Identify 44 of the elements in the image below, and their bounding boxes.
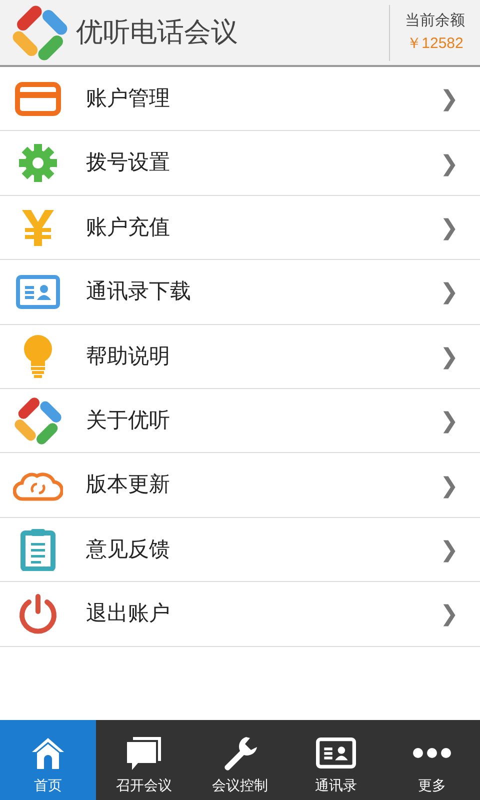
menu-label: 拨号设置 [86, 150, 171, 176]
chevron-icon: ❯ [440, 340, 458, 373]
menu-label: 意见反馈 [86, 536, 171, 563]
menu-item[interactable]: 版本更新 ❯ [0, 453, 480, 518]
chevron-icon: ❯ [440, 82, 458, 116]
menu-item[interactable]: 意见反馈 ❯ [0, 518, 480, 582]
logo-icon [14, 396, 62, 445]
chevron-icon: ❯ [440, 210, 458, 244]
menu-item[interactable]: 退出账户 ❯ [0, 582, 480, 647]
clipboard-icon [20, 527, 56, 572]
menu-label: 账户管理 [86, 86, 171, 112]
chevron-icon: ❯ [440, 146, 458, 180]
lightbulb-icon [22, 334, 54, 378]
menu-label: 版本更新 [86, 472, 171, 498]
contact-card-icon [316, 737, 356, 769]
more-icon [412, 747, 452, 759]
menu-label: 帮助说明 [86, 344, 171, 370]
menu-item[interactable]: 帮助说明 ❯ [0, 324, 480, 389]
home-icon [30, 736, 66, 770]
gear-icon [18, 143, 58, 184]
contact-card-icon [16, 274, 60, 309]
balance-amount: ￥12582 [406, 34, 464, 54]
chevron-icon: ❯ [440, 404, 458, 438]
menu-item[interactable]: 账户管理 ❯ [0, 67, 480, 132]
menu-item[interactable]: 通讯录下载 ❯ [0, 260, 480, 325]
menu-item[interactable]: 账户充值 ❯ [0, 196, 480, 260]
chevron-icon: ❯ [440, 532, 458, 566]
yen-icon [20, 208, 56, 246]
wrench-icon [222, 735, 258, 771]
nav-tab[interactable]: 首页 [0, 720, 96, 800]
app-title: 优听电话会议 [76, 16, 239, 50]
balance-label: 当前余额 [405, 11, 465, 31]
chevron-icon: ❯ [440, 597, 458, 630]
chevron-icon: ❯ [440, 275, 458, 308]
menu-label: 通讯录下载 [86, 279, 192, 306]
menu-label: 退出账户 [86, 601, 171, 628]
menu-label: 账户充值 [86, 214, 171, 241]
card-icon [15, 82, 61, 116]
logo-icon [12, 4, 68, 60]
menu-item[interactable]: 拨号设置 ❯ [0, 131, 480, 196]
menu-item[interactable]: 关于优听 ❯ [0, 388, 480, 454]
menu-label: 关于优听 [86, 408, 171, 434]
chat-bubbles-icon [125, 735, 163, 771]
chevron-icon: ❯ [440, 468, 458, 502]
